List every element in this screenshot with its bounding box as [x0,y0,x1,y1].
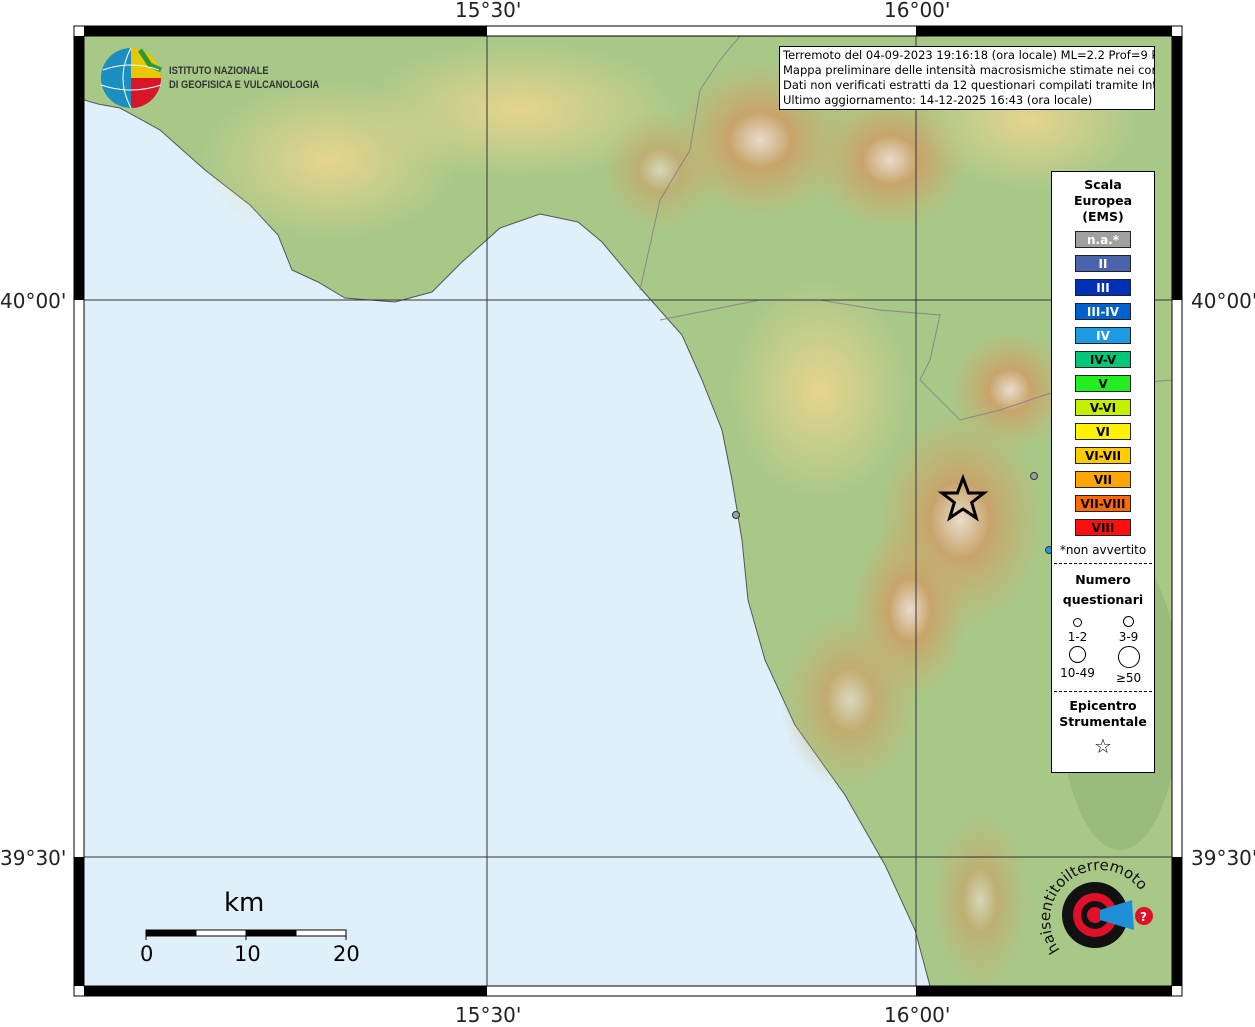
na-note: *non avvertito [1059,543,1147,557]
intensity-scale: n.a.* II III III-IV IV IV-V V V-VI VI VI-VII VII VI… [1052,231,1154,536]
legend-title-line: Europea [1073,193,1133,208]
lon-tick-top: 16°00' [884,0,951,22]
intensity-swatch: IV [1075,327,1131,344]
count-label: 3-9 [1118,630,1139,644]
observation-point[interactable] [1030,472,1038,480]
scale-label: 0 [140,942,154,966]
intensity-swatch: VI [1075,423,1131,440]
event-line: Terremoto del 04-09-2023 19:16:18 (ora l… [783,48,1155,62]
star-icon: ☆ [1094,734,1112,758]
intensity-swatch: n.a.* [1075,231,1131,248]
last-update: Ultimo aggiornamento: 14-12-2025 16:43 (… [783,93,1093,107]
ingv-line1: ISTITUTO NAZIONALE [169,65,269,77]
intensity-swatch: VIII [1075,519,1131,536]
lat-tick-left: 40°00' [0,289,67,313]
lat-tick-right: 39°30' [1191,846,1255,870]
divider [1054,691,1152,692]
legend-title-line: Scala [1084,177,1122,192]
observation-point[interactable] [732,511,740,519]
circle-icon [1073,618,1082,627]
legend-title-line: (EMS) [1082,209,1124,224]
circle-icon [1117,646,1140,668]
data-note: Dati non verificati estratti da 12 quest… [783,78,1155,92]
intensity-swatch: VII [1075,471,1131,488]
ingv-logo-text: ISTITUTO NAZIONALE DI GEOFISICA E VULCAN… [169,64,319,92]
ingv-line2: DI GEOFISICA E VULCANOLOGIA [169,79,320,91]
epicenter-title: Epicentro [1069,698,1137,713]
lon-tick-bottom: 15°30' [455,1003,522,1027]
lon-tick-top: 15°30' [455,0,522,22]
intensity-swatch: III [1075,279,1131,296]
count-item: 10-49 [1052,646,1103,685]
lon-tick-bottom: 16°00' [884,1003,951,1027]
intensity-swatch: VII-VIII [1075,495,1131,512]
count-title: Numero [1075,572,1131,587]
count-title: questionari [1062,592,1144,607]
intensity-swatch: V-VI [1075,399,1131,416]
scale-label: 10 [234,942,261,966]
legend: Scala Europea (EMS) n.a.* II III III-IV IV IV… [1051,171,1155,773]
map-description: Mappa preliminare delle intensità macros… [783,63,1155,77]
count-label: 1-2 [1067,630,1088,644]
ingv-globe-icon [100,47,163,109]
intensity-swatch: VI-VII [1075,447,1131,464]
count-legend: 1-2 3-9 10-49 ≥50 [1052,616,1154,685]
lat-tick-left: 39°30' [0,846,67,870]
intensity-swatch: V [1075,375,1131,392]
intensity-swatch: II [1075,255,1131,272]
epicenter-title: Strumentale [1059,714,1147,729]
count-item: ≥50 [1103,646,1154,685]
circle-icon [1069,646,1086,663]
count-item: 1-2 [1052,616,1103,644]
scale-label: 20 [333,942,360,966]
intensity-swatch: IV-V [1075,351,1131,368]
intensity-swatch: III-IV [1075,303,1131,320]
count-item: 3-9 [1103,616,1154,644]
legend-title: Scala Europea (EMS) [1052,177,1154,225]
event-info-box: Terremoto del 04-09-2023 19:16:18 (ora l… [779,46,1155,110]
circle-icon [1123,616,1134,627]
count-label: ≥50 [1115,671,1142,685]
lat-tick-right: 40°00' [1191,289,1255,313]
scale-unit: km [224,888,265,918]
svg-text:?: ? [1140,910,1147,924]
divider [1054,563,1152,564]
count-label: 10-49 [1060,666,1095,680]
